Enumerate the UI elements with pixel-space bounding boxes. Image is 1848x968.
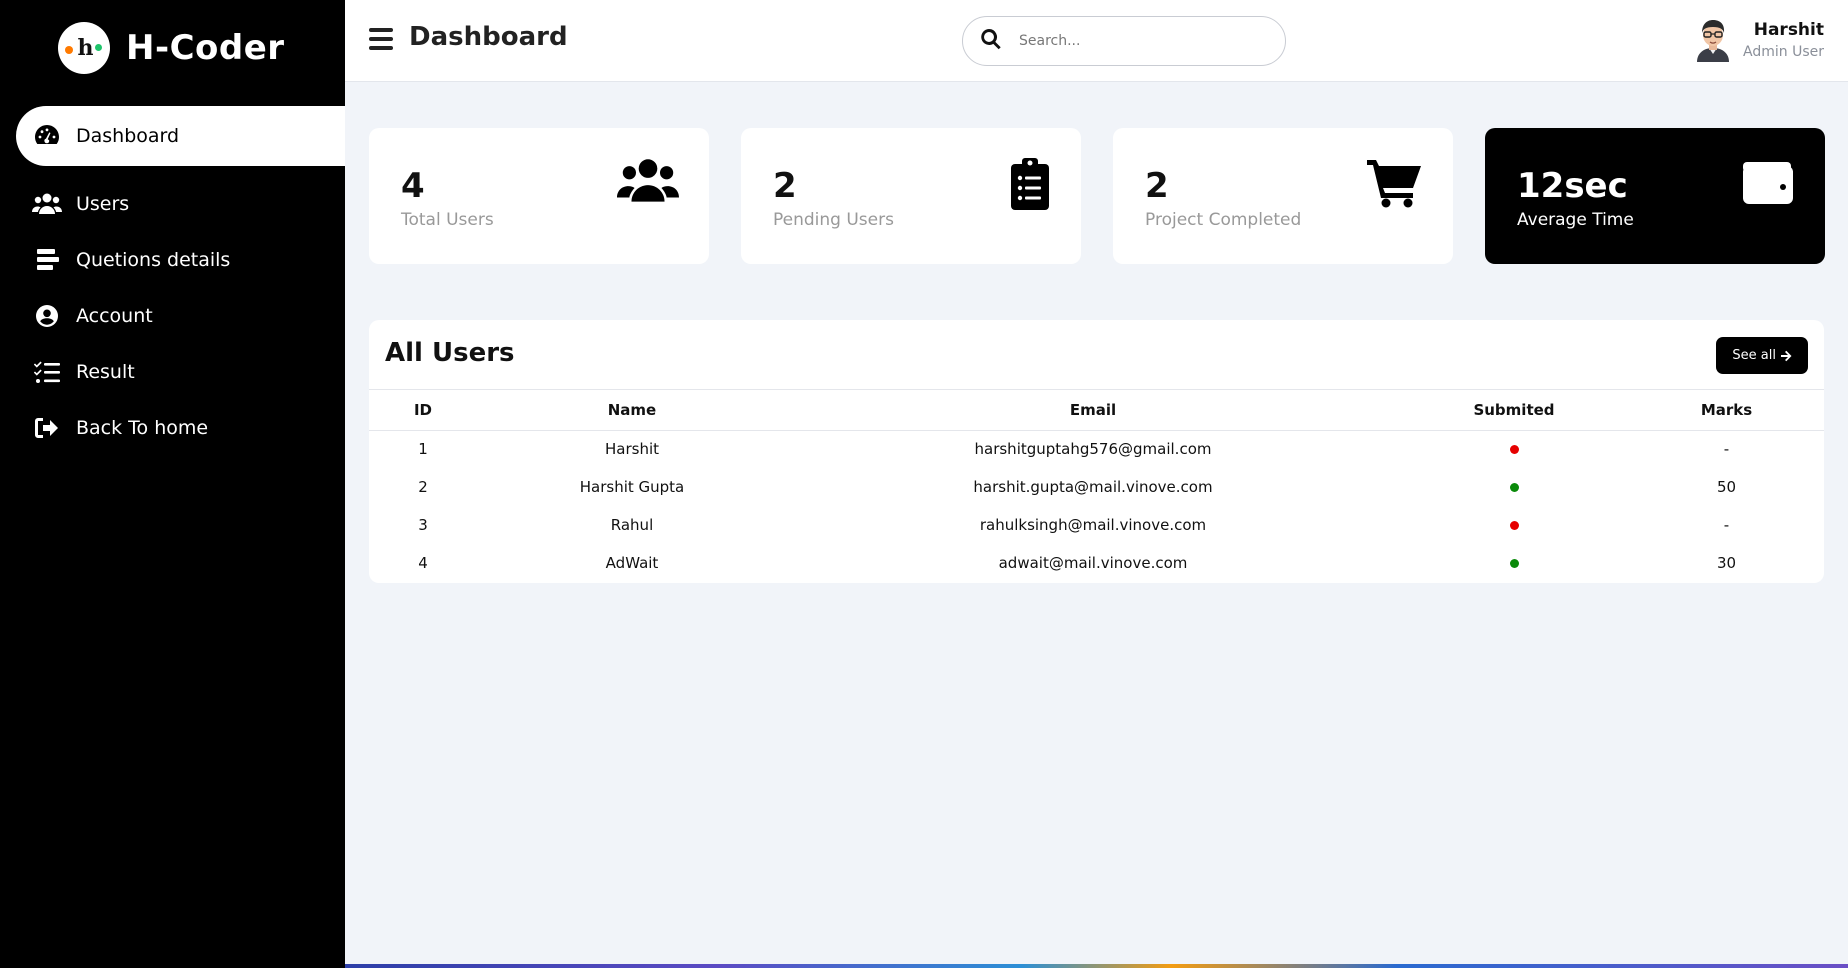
column-header-name[interactable]: Name — [477, 390, 787, 431]
clipboard-list-icon — [1011, 158, 1049, 214]
sidebar-nav: Dashboard Users Quetions details Account… — [0, 106, 345, 456]
checklist-icon — [32, 357, 62, 387]
stack-icon — [32, 245, 62, 275]
column-header-marks[interactable]: Marks — [1629, 390, 1824, 431]
brand-logo: h — [58, 22, 110, 74]
status-dot — [1509, 483, 1519, 492]
logo-dot — [65, 46, 73, 54]
table-row[interactable]: 2 Harshit Gupta harshit.gupta@mail.vinov… — [369, 468, 1824, 506]
bottom-gradient-strip — [345, 964, 1848, 968]
panel-title: All Users — [385, 338, 515, 368]
speedometer-icon — [32, 121, 62, 151]
wallet-icon — [1743, 162, 1793, 208]
menu-toggle-icon[interactable] — [369, 28, 393, 50]
topbar: Dashboard Harshit Admin User — [345, 0, 1848, 82]
cell-email: harshitguptahg576@gmail.com — [974, 440, 1212, 459]
search-icon[interactable] — [979, 27, 1003, 55]
logo-mark: h — [77, 35, 94, 61]
sidebar-item-account[interactable]: Account — [0, 288, 345, 344]
cell-email: rahulksingh@mail.vinove.com — [979, 516, 1207, 534]
all-users-panel: All Users See all ID Name Email Submited… — [369, 320, 1824, 583]
sidebar: h H-Coder Dashboard Users Quetions detai… — [0, 0, 345, 968]
status-dot — [1509, 521, 1519, 530]
page-title: Dashboard — [409, 22, 568, 52]
sidebar-item-result[interactable]: Result — [0, 344, 345, 400]
table-row[interactable]: 3 Rahul rahulksingh@mail.vinove.com - — [369, 506, 1824, 544]
cell-id: 1 — [418, 440, 428, 459]
stat-card-total-users[interactable]: 4 Total Users — [369, 128, 709, 264]
table-row[interactable]: 4 AdWait adwait@mail.vinove.com 30 — [369, 544, 1824, 582]
sign-out-icon — [32, 413, 62, 443]
users-icon — [32, 189, 62, 219]
search-box[interactable] — [962, 16, 1286, 66]
cell-name: Harshit — [604, 440, 659, 459]
sidebar-item-label: Dashboard — [76, 125, 180, 147]
user-role: Admin User — [1743, 44, 1824, 60]
table-header-row: ID Name Email Submited Marks — [369, 390, 1824, 431]
cell-submitted — [1399, 430, 1629, 468]
stat-label: Pending Users — [773, 210, 894, 230]
status-dot — [1509, 445, 1519, 455]
stat-value: 2 — [1145, 166, 1169, 206]
column-header-email[interactable]: Email — [787, 390, 1399, 431]
cart-icon — [1367, 158, 1421, 212]
stat-value: 4 — [401, 166, 425, 206]
see-all-label: See all — [1732, 348, 1776, 363]
logo-dot — [95, 44, 102, 51]
cell-marks: 50 — [1716, 478, 1737, 496]
stat-value: 2 — [773, 166, 797, 206]
brand[interactable]: h H-Coder — [0, 0, 345, 96]
sidebar-item-questions[interactable]: Quetions details — [0, 232, 345, 288]
user-profile[interactable]: Harshit Admin User — [1695, 18, 1824, 62]
sidebar-item-dashboard[interactable]: Dashboard — [16, 106, 345, 166]
sidebar-item-back-home[interactable]: Back To home — [0, 400, 345, 456]
users-table: ID Name Email Submited Marks 1 Harshit h… — [369, 390, 1824, 582]
cell-submitted — [1399, 468, 1629, 506]
cell-name: Harshit Gupta — [579, 478, 685, 496]
cell-id: 3 — [418, 516, 428, 534]
sidebar-item-label: Result — [76, 361, 135, 383]
stat-card-pending-users[interactable]: 2 Pending Users — [741, 128, 1081, 264]
table-body: 1 Harshit harshitguptahg576@gmail.com - … — [369, 430, 1824, 582]
cell-submitted — [1399, 544, 1629, 582]
stat-label: Average Time — [1517, 210, 1634, 230]
cell-name: Rahul — [610, 516, 654, 534]
brand-name: H-Coder — [126, 28, 285, 68]
avatar — [1697, 20, 1730, 62]
sidebar-item-label: Quetions details — [76, 249, 231, 271]
cell-name: AdWait — [605, 554, 659, 572]
cell-email: adwait@mail.vinove.com — [998, 554, 1188, 572]
stat-card-average-time[interactable]: 12sec Average Time — [1485, 128, 1825, 264]
column-header-id[interactable]: ID — [369, 390, 477, 431]
cell-email: harshit.gupta@mail.vinove.com — [973, 478, 1213, 496]
sidebar-item-label: Users — [76, 193, 130, 215]
cell-marks: - — [1723, 440, 1730, 459]
see-all-button[interactable]: See all — [1716, 337, 1808, 374]
cell-id: 4 — [418, 554, 428, 572]
table-row[interactable]: 1 Harshit harshitguptahg576@gmail.com - — [369, 430, 1824, 468]
sidebar-item-label: Back To home — [76, 417, 209, 439]
cell-marks: 30 — [1716, 554, 1737, 572]
column-header-submitted[interactable]: Submited — [1399, 390, 1629, 431]
sidebar-item-users[interactable]: Users — [0, 176, 345, 232]
search-input[interactable] — [1019, 33, 1259, 49]
sidebar-item-label: Account — [76, 305, 153, 327]
user-name: Harshit — [1753, 20, 1824, 40]
arrow-right-icon — [1781, 350, 1792, 361]
cell-id: 2 — [418, 478, 428, 496]
users-icon — [617, 158, 679, 208]
status-dot — [1509, 559, 1519, 568]
stat-card-project-completed[interactable]: 2 Project Completed — [1113, 128, 1453, 264]
user-circle-icon — [32, 301, 62, 331]
stat-value: 12sec — [1517, 166, 1628, 206]
stat-label: Total Users — [401, 210, 494, 230]
cell-submitted — [1399, 506, 1629, 544]
cell-marks: - — [1723, 516, 1730, 534]
panel-header: All Users See all — [369, 320, 1824, 390]
stat-label: Project Completed — [1145, 210, 1302, 230]
